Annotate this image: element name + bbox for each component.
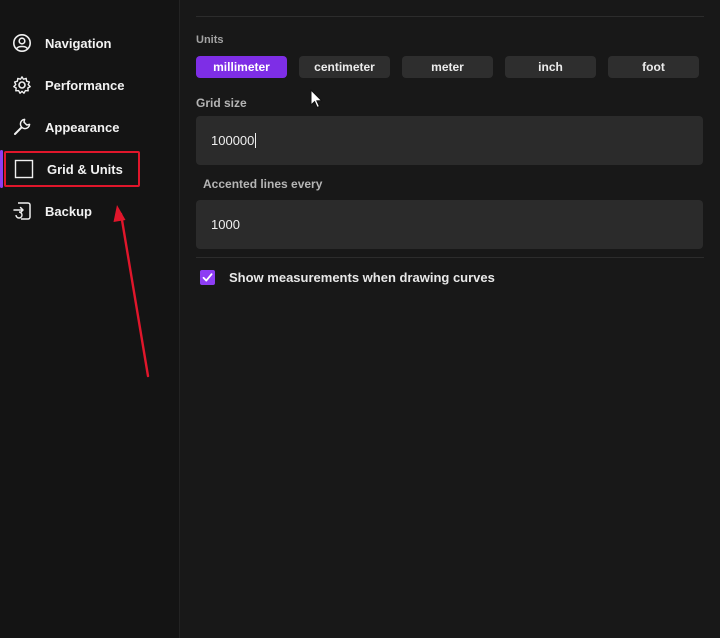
sidebar-item-label: Performance bbox=[45, 77, 125, 93]
person-circle-icon bbox=[10, 31, 34, 55]
gear-icon bbox=[10, 73, 34, 97]
sidebar-item-label: Backup bbox=[45, 203, 92, 219]
grid-size-label: Grid size bbox=[196, 96, 247, 110]
checkmark-icon bbox=[202, 272, 213, 281]
accented-lines-label: Accented lines every bbox=[203, 177, 323, 191]
unit-millimeter-button[interactable]: millimeter bbox=[196, 56, 287, 78]
preferences-window: Navigation Performance Appearance Grid &… bbox=[0, 0, 720, 638]
unit-centimeter-button[interactable]: centimeter bbox=[299, 56, 390, 78]
show-measurements-row[interactable]: Show measurements when drawing curves bbox=[200, 268, 495, 286]
accented-lines-value: 1000 bbox=[211, 217, 240, 232]
backup-icon bbox=[10, 199, 34, 223]
sidebar-item-label: Grid & Units bbox=[47, 161, 123, 177]
divider bbox=[196, 16, 704, 17]
active-indicator bbox=[0, 150, 3, 188]
sidebar-item-label: Appearance bbox=[45, 119, 120, 135]
settings-panel: Units millimeter centimeter meter inch f… bbox=[181, 0, 720, 638]
show-measurements-label: Show measurements when drawing curves bbox=[229, 269, 495, 285]
grid-size-input[interactable]: 100000 bbox=[196, 116, 703, 165]
grid-size-value: 100000 bbox=[211, 133, 255, 148]
show-measurements-checkbox[interactable] bbox=[200, 269, 215, 285]
sidebar-item-navigation[interactable]: Navigation bbox=[10, 28, 160, 58]
sidebar-item-appearance[interactable]: Appearance bbox=[10, 112, 160, 142]
square-icon bbox=[12, 157, 36, 181]
unit-meter-button[interactable]: meter bbox=[402, 56, 493, 78]
sidebar-item-grid-units[interactable]: Grid & Units bbox=[4, 151, 140, 187]
text-caret bbox=[255, 133, 257, 148]
divider bbox=[196, 257, 704, 258]
wrench-icon bbox=[10, 115, 34, 139]
sidebar: Navigation Performance Appearance Grid &… bbox=[0, 0, 180, 638]
unit-inch-button[interactable]: inch bbox=[505, 56, 596, 78]
accented-lines-input[interactable]: 1000 bbox=[196, 200, 703, 249]
sidebar-item-performance[interactable]: Performance bbox=[10, 70, 160, 100]
sidebar-item-backup[interactable]: Backup bbox=[10, 196, 160, 226]
unit-foot-button[interactable]: foot bbox=[608, 56, 699, 78]
sidebar-item-label: Navigation bbox=[45, 35, 112, 51]
units-label: Units bbox=[196, 34, 224, 46]
